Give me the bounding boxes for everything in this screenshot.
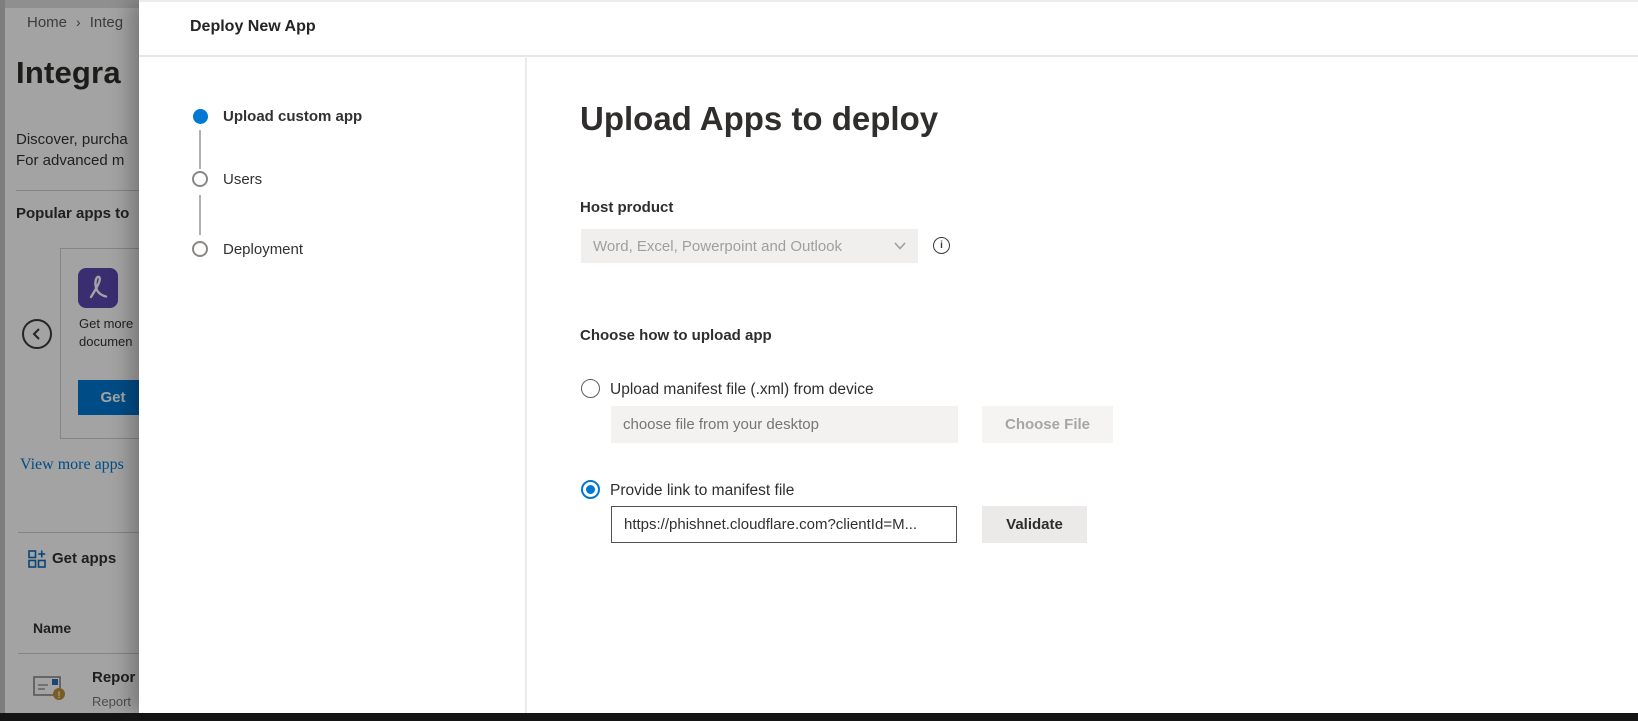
content-heading: Upload Apps to deploy: [580, 100, 938, 138]
manifest-file-input: [611, 406, 958, 443]
panel-title: Deploy New App: [190, 18, 316, 36]
radio-upload-manifest-file[interactable]: [581, 379, 600, 398]
deploy-new-app-panel: Deploy New App Upload custom app Users D…: [139, 0, 1638, 713]
host-product-label: Host product: [580, 199, 673, 216]
radio-upload-manifest-file-label[interactable]: Upload manifest file (.xml) from device: [610, 380, 874, 399]
step-upload-custom-app[interactable]: Upload custom app: [223, 108, 362, 125]
info-icon[interactable]: i: [933, 237, 950, 254]
radio-provide-link[interactable]: [581, 480, 600, 499]
step-users[interactable]: Users: [223, 171, 262, 188]
radio-provide-link-label[interactable]: Provide link to manifest file: [610, 481, 794, 500]
step-deployment[interactable]: Deployment: [223, 241, 303, 258]
stepper-content-divider: [525, 56, 527, 715]
chevron-down-icon: [894, 242, 906, 250]
choose-file-button: Choose File: [982, 406, 1113, 443]
step-deployment-circle-icon: [192, 241, 208, 257]
manifest-url-input[interactable]: [611, 506, 957, 543]
choose-upload-label: Choose how to upload app: [580, 327, 772, 344]
host-product-value: Word, Excel, Powerpoint and Outlook: [593, 238, 842, 255]
validate-button[interactable]: Validate: [982, 506, 1087, 543]
stepper-connector: [199, 195, 201, 235]
bottom-bar: [0, 713, 1638, 721]
host-product-dropdown[interactable]: Word, Excel, Powerpoint and Outlook: [581, 229, 918, 263]
step-users-circle-icon: [192, 171, 208, 187]
screen: Home›Integ Integra Discover, purcha For …: [0, 0, 1638, 721]
stepper-connector: [199, 130, 201, 169]
step-active-dot: [193, 109, 208, 124]
panel-header-divider: [139, 55, 1638, 57]
